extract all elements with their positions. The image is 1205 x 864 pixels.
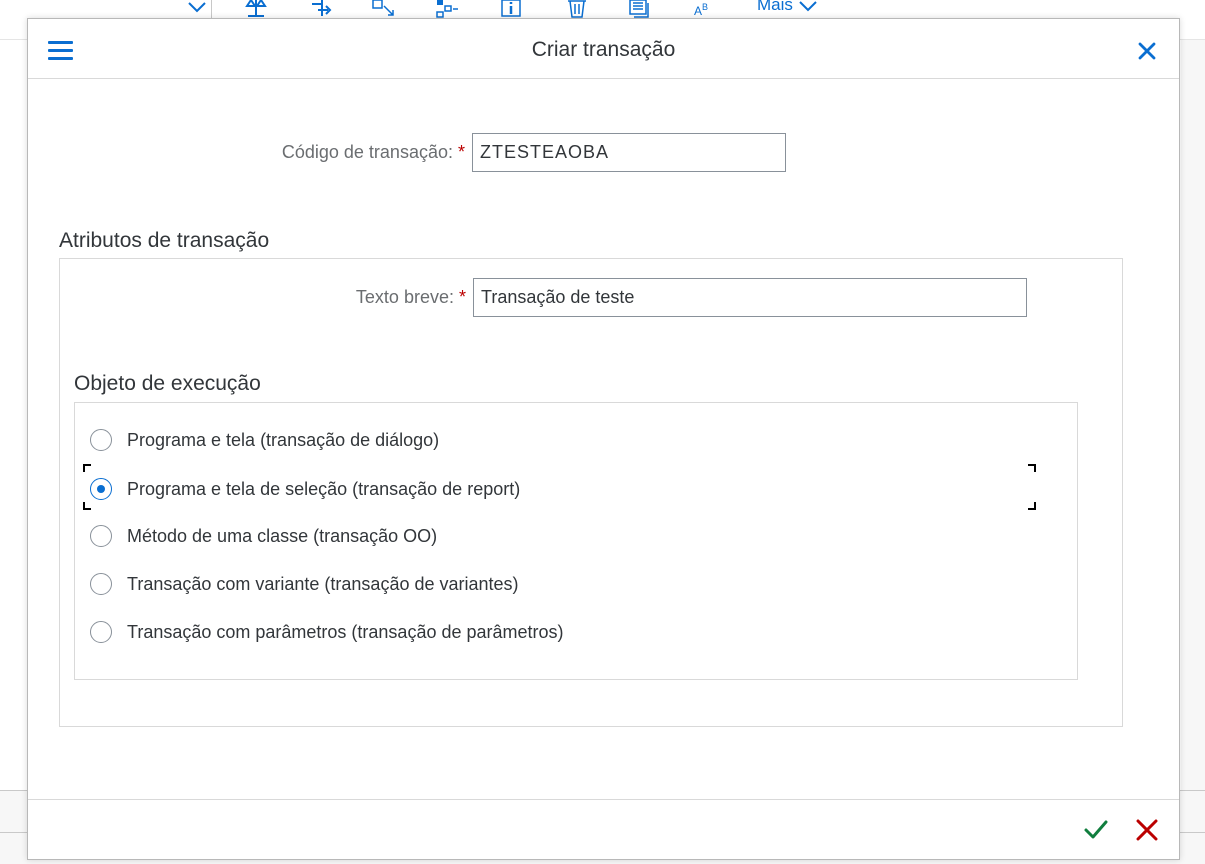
info-icon[interactable] [500, 0, 524, 18]
focus-indicator [1028, 502, 1036, 510]
short-text-label: Texto breve: [355, 287, 454, 307]
transaction-code-input[interactable] [472, 133, 786, 172]
hierarchy-icon[interactable] [310, 0, 334, 18]
required-marker: * [458, 287, 466, 307]
radio-button[interactable] [90, 573, 112, 595]
radio-button-selected[interactable] [90, 478, 112, 500]
short-text-row: Texto breve: * [29, 278, 1027, 317]
background-panel [1181, 40, 1205, 790]
required-marker: * [457, 142, 465, 162]
toolbar-separator [211, 0, 212, 18]
option-label: Transação com variante (transação de var… [127, 573, 519, 594]
execution-object-title: Objeto de execução [74, 372, 261, 395]
dialog-title: Criar transação [531, 38, 676, 61]
attributes-section-title: Atributos de transação [59, 229, 270, 252]
create-transaction-dialog: Criar transação Código de transação: * A… [27, 18, 1180, 860]
option-label: Programa e tela (transação de diálogo) [127, 429, 440, 450]
radio-button[interactable] [90, 429, 112, 451]
option-label: Transação com parâmetros (transação de p… [127, 621, 564, 642]
option-variant-transaction[interactable]: Transação com variante (transação de var… [90, 573, 519, 595]
focus-indicator [83, 464, 91, 472]
transaction-code-label: Código de transação: [281, 142, 453, 162]
radio-button[interactable] [90, 525, 112, 547]
close-icon[interactable] [1134, 817, 1160, 843]
tree-icon[interactable] [436, 0, 460, 18]
radio-button[interactable] [90, 621, 112, 643]
chevron-down-icon [798, 0, 817, 11]
spell-check-icon[interactable]: AB [694, 0, 718, 18]
option-parameter-transaction[interactable]: Transação com parâmetros (transação de p… [90, 621, 564, 643]
dialog-header: Criar transação [28, 19, 1179, 79]
checkmark-icon[interactable] [1083, 817, 1109, 843]
document-icon[interactable] [628, 0, 652, 18]
option-label: Método de uma classe (transação OO) [127, 525, 438, 546]
execution-object-group: Programa e tela (transação de diálogo) P… [74, 402, 1078, 680]
option-dialog-transaction[interactable]: Programa e tela (transação de diálogo) [90, 429, 439, 451]
close-icon[interactable] [1136, 40, 1158, 62]
expand-icon[interactable] [372, 0, 396, 18]
focus-indicator [1028, 464, 1036, 472]
option-report-transaction[interactable]: Programa e tela de seleção (transação de… [90, 478, 520, 500]
transaction-code-row: Código de transação: * [28, 133, 786, 172]
more-button-label: Mais [757, 0, 793, 14]
option-oo-transaction[interactable]: Método de uma classe (transação OO) [90, 525, 437, 547]
short-text-input[interactable] [473, 278, 1027, 317]
balance-icon[interactable] [244, 0, 268, 18]
dialog-footer [28, 799, 1179, 861]
chevron-down-icon[interactable] [186, 0, 208, 18]
option-label: Programa e tela de seleção (transação de… [127, 478, 521, 499]
trash-icon[interactable] [565, 0, 589, 18]
more-button[interactable]: Mais [757, 0, 818, 15]
focus-indicator [83, 502, 91, 510]
attributes-group: Texto breve: * Objeto de execução Progra… [59, 258, 1123, 727]
